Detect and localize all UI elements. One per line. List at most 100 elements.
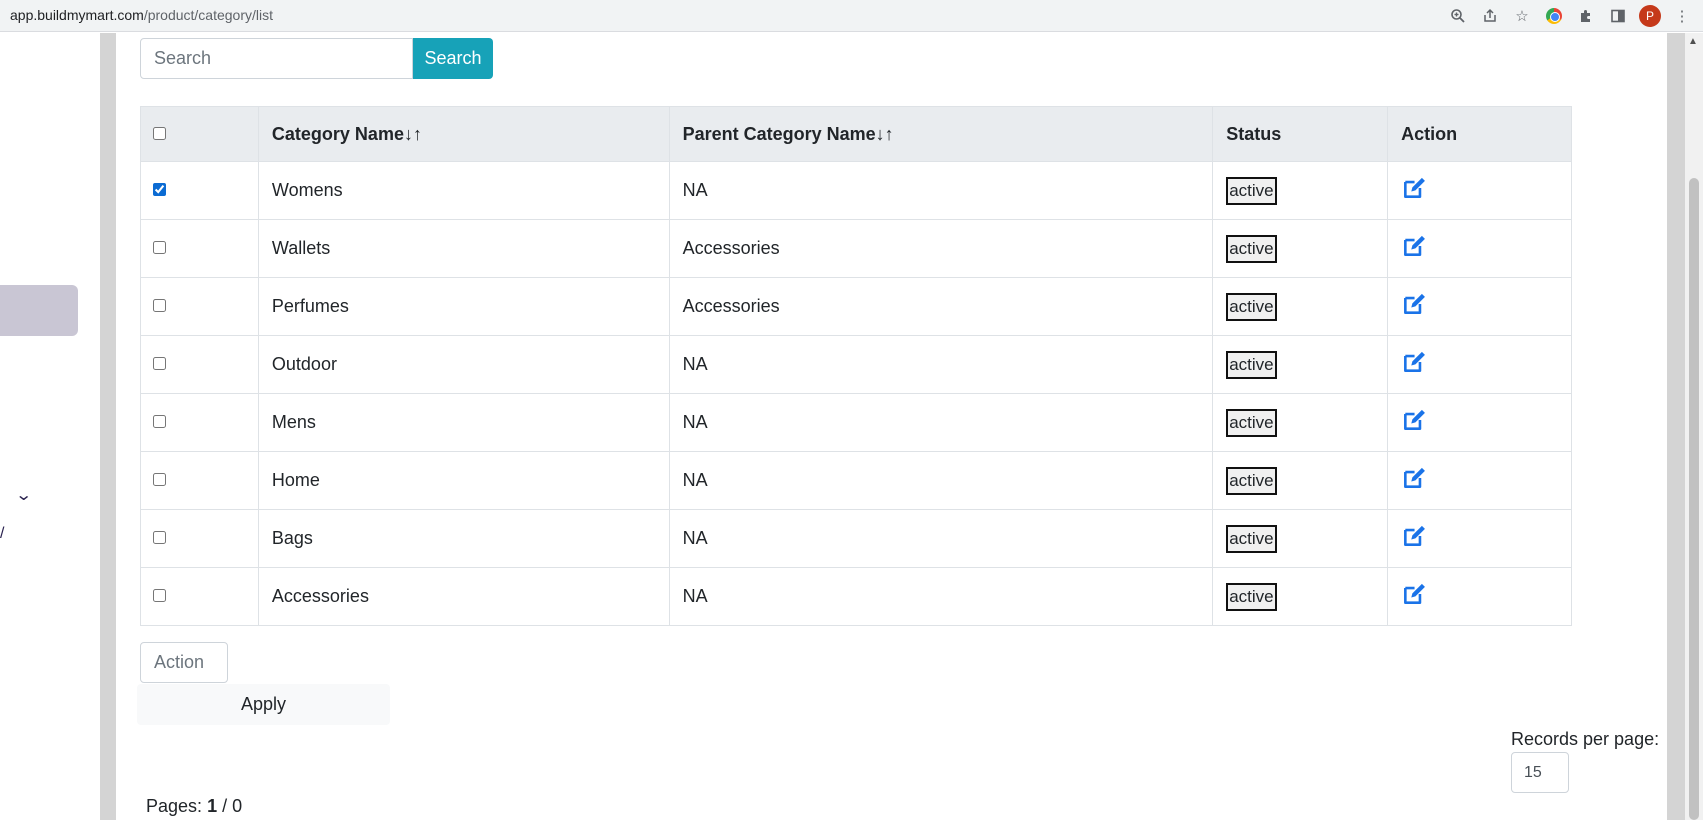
edit-icon[interactable]	[1401, 523, 1427, 549]
status-badge: active	[1226, 466, 1277, 495]
column-header-status: Status	[1212, 106, 1389, 162]
url-host: app.buildmymart.com	[10, 7, 144, 23]
row-select-cell	[140, 567, 259, 626]
status-cell: active	[1212, 567, 1389, 626]
category-name-cell: Womens	[257, 161, 670, 220]
edit-icon[interactable]	[1401, 233, 1427, 259]
action-cell	[1387, 567, 1572, 626]
table-row: Bags NA active	[140, 509, 1572, 568]
category-name-cell: Perfumes	[257, 277, 670, 336]
action-cell	[1387, 393, 1572, 452]
row-checkbox[interactable]	[153, 357, 166, 370]
pages-label: Pages:	[146, 796, 203, 816]
select-all-cell	[140, 106, 259, 162]
apply-button[interactable]: Apply	[137, 684, 390, 725]
action-cell	[1387, 219, 1572, 278]
edit-icon[interactable]	[1401, 291, 1427, 317]
total-pages: / 0	[217, 796, 243, 816]
status-badge: active	[1226, 524, 1277, 553]
scrollbar-thumb[interactable]	[1689, 178, 1699, 820]
edit-icon[interactable]	[1401, 349, 1427, 375]
status-badge: active	[1226, 292, 1277, 321]
status-cell: active	[1212, 393, 1389, 452]
action-cell	[1387, 335, 1572, 394]
chevron-partial-icon: /	[0, 525, 5, 542]
column-header-category[interactable]: Category Name↓↑	[257, 106, 670, 162]
column-header-parent[interactable]: Parent Category Name↓↑	[668, 106, 1214, 162]
records-per-page-label: Records per page:	[1511, 729, 1660, 749]
status-cell: active	[1212, 277, 1389, 336]
side-panel-icon[interactable]	[1607, 5, 1629, 27]
table-row: Perfumes Accessories active	[140, 277, 1572, 336]
row-select-cell	[140, 451, 259, 510]
chevron-down-icon[interactable]: ⌄	[15, 485, 32, 505]
category-name-cell: Accessories	[257, 567, 670, 626]
parent-category-cell: Accessories	[668, 219, 1214, 278]
status-cell: active	[1212, 335, 1389, 394]
current-page: 1	[207, 796, 218, 816]
category-name-cell: Home	[257, 451, 670, 510]
extensions-puzzle-icon[interactable]	[1575, 5, 1597, 27]
edit-icon[interactable]	[1401, 581, 1427, 607]
status-badge: active	[1226, 350, 1277, 379]
row-checkbox[interactable]	[153, 589, 166, 602]
edit-icon[interactable]	[1401, 175, 1427, 201]
category-table: Category Name↓↑ Parent Category Name↓↑ S…	[140, 106, 1572, 626]
row-checkbox[interactable]	[153, 415, 166, 428]
sidebar-active-item[interactable]	[0, 285, 78, 336]
content-gutter-left	[100, 33, 116, 820]
category-name-cell: Mens	[257, 393, 670, 452]
select-all-checkbox[interactable]	[153, 126, 166, 140]
row-select-cell	[140, 277, 259, 336]
table-row: Home NA active	[140, 451, 1572, 510]
table-row: Womens NA active	[140, 161, 1572, 220]
action-cell	[1387, 277, 1572, 336]
pagination-info: Pages: 1 / 0	[146, 796, 242, 817]
row-checkbox[interactable]	[153, 531, 166, 544]
browser-toolbar: app.buildmymart.com/product/category/lis…	[0, 0, 1703, 32]
edit-icon[interactable]	[1401, 465, 1427, 491]
status-cell: active	[1212, 161, 1389, 220]
table-row: Accessories NA active	[140, 567, 1572, 626]
category-name-cell: Bags	[257, 509, 670, 568]
status-badge: active	[1226, 582, 1277, 611]
status-cell: active	[1212, 219, 1389, 278]
category-name-cell: Outdoor	[257, 335, 670, 394]
menu-kebab-icon[interactable]: ⋮	[1671, 5, 1693, 27]
profile-avatar[interactable]: P	[1639, 5, 1661, 27]
share-icon[interactable]	[1479, 5, 1501, 27]
parent-category-cell: Accessories	[668, 277, 1214, 336]
table-row: Outdoor NA active	[140, 335, 1572, 394]
row-checkbox[interactable]	[153, 241, 166, 254]
status-badge: active	[1226, 408, 1277, 437]
edit-icon[interactable]	[1401, 407, 1427, 433]
url-path: /product/category/list	[143, 7, 273, 23]
table-header-row: Category Name↓↑ Parent Category Name↓↑ S…	[140, 106, 1572, 162]
row-select-cell	[140, 219, 259, 278]
zoom-icon[interactable]	[1447, 5, 1469, 27]
action-cell	[1387, 509, 1572, 568]
search-input[interactable]	[140, 38, 413, 79]
row-checkbox[interactable]	[153, 299, 166, 312]
row-checkbox[interactable]	[153, 473, 166, 486]
row-select-cell	[140, 393, 259, 452]
action-cell	[1387, 161, 1572, 220]
bookmark-star-icon[interactable]: ☆	[1511, 5, 1533, 27]
row-select-cell	[140, 161, 259, 220]
parent-category-cell: NA	[668, 567, 1214, 626]
bulk-action-select[interactable]: Action	[140, 642, 228, 683]
sidebar: ⌄ /	[0, 33, 100, 820]
search-button[interactable]: Search	[413, 38, 493, 79]
status-badge: active	[1226, 234, 1277, 263]
parent-category-cell: NA	[668, 509, 1214, 568]
column-header-action: Action	[1387, 106, 1572, 162]
row-checkbox[interactable]	[153, 183, 166, 196]
scroll-up-arrow-icon[interactable]: ▲	[1688, 36, 1698, 47]
address-bar[interactable]: app.buildmymart.com/product/category/lis…	[10, 7, 273, 23]
status-cell: active	[1212, 451, 1389, 510]
chrome-extension-icon[interactable]	[1543, 5, 1565, 27]
status-badge: active	[1226, 176, 1277, 205]
table-row: Wallets Accessories active	[140, 219, 1572, 278]
table-body: Womens NA active Wallets Accessories active Pe…	[140, 161, 1572, 626]
records-per-page-input[interactable]: 15	[1511, 752, 1569, 793]
